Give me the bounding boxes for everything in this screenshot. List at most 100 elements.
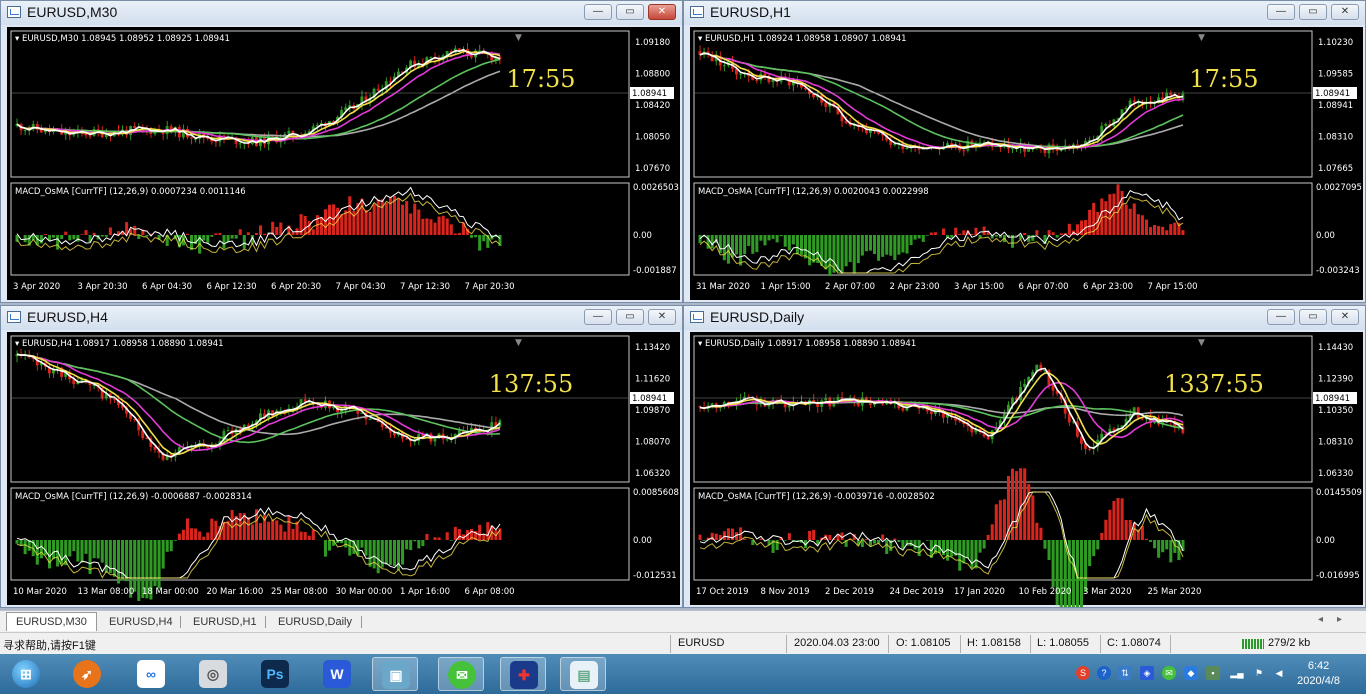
chart-window-daily[interactable]: EURUSD,Daily — ▭ ✕ 1.08941 1.14430 1.12390 1.…: [683, 305, 1366, 608]
histogram-bar: [380, 199, 384, 235]
minimize-button[interactable]: —: [1267, 309, 1295, 325]
maximize-button[interactable]: ▭: [616, 309, 644, 325]
taskbar-app-browser[interactable]: ➶: [64, 657, 110, 691]
tab-scroll-arrows[interactable]: ◂▸: [1318, 614, 1356, 625]
candle-body: [1132, 100, 1136, 103]
window-titlebar[interactable]: EURUSD,Daily — ▭ ✕: [684, 306, 1365, 330]
histogram-bar: [751, 235, 755, 254]
taskbar-app-media[interactable]: ◎: [190, 657, 236, 691]
histogram-bar: [1043, 540, 1047, 549]
time-axis-label: 31 Mar 2020: [696, 282, 750, 292]
candle-body: [929, 411, 933, 414]
histogram-bar: [319, 217, 323, 235]
histogram-bar: [413, 203, 417, 235]
tray-cube-icon[interactable]: ◈: [1140, 666, 1154, 680]
tab-eurusd-h1[interactable]: EURUSD,H1: [184, 613, 266, 631]
taskbar-app-document[interactable]: ▤: [560, 657, 606, 691]
price-axis-label: 1.08310: [1318, 133, 1353, 143]
scroll-marker-icon: ▼: [1198, 338, 1205, 348]
price-chart[interactable]: 1.08941 1.09180 1.08800 1.08420 1.08050 1.076…: [7, 27, 680, 300]
candle-body: [722, 65, 726, 67]
price-pane-frame: [693, 335, 1313, 483]
chart-window-h4[interactable]: EURUSD,H4 — ▭ ✕ 1.08941 1.13420 1.11620 1.098…: [0, 305, 683, 608]
histogram-bar: [254, 233, 258, 235]
tray-device-icon[interactable]: ▪: [1206, 666, 1220, 680]
histogram-bar: [1136, 214, 1140, 235]
histogram-bar: [1047, 540, 1051, 561]
histogram-bar: [1019, 468, 1023, 540]
histogram-bar: [323, 540, 327, 557]
tray-signal-icon[interactable]: ▂▄: [1230, 666, 1244, 680]
price-pane-frame: [693, 30, 1313, 178]
close-button[interactable]: ✕: [1331, 4, 1359, 20]
tray-network-icon[interactable]: ⇅: [1118, 666, 1132, 680]
tray-volume-icon[interactable]: ◀: [1272, 666, 1286, 680]
histogram-bar: [23, 235, 27, 243]
close-button[interactable]: ✕: [1331, 309, 1359, 325]
taskbar-app-photo-viewer[interactable]: ▣: [372, 657, 418, 691]
histogram-bar: [1144, 538, 1148, 540]
histogram-bar: [52, 235, 56, 238]
histogram-bar: [327, 540, 332, 551]
minimize-button[interactable]: —: [584, 309, 612, 325]
histogram-bar: [405, 201, 409, 235]
maximize-button[interactable]: ▭: [1299, 4, 1327, 20]
tray-shield-icon[interactable]: ◆: [1184, 666, 1198, 680]
histogram-bar: [897, 540, 901, 542]
price-axis-label: 1.08941: [1318, 101, 1353, 111]
maximize-button[interactable]: ▭: [1299, 309, 1327, 325]
taskbar-clock[interactable]: 6:42 2020/4/8: [1297, 659, 1340, 689]
histogram-bar: [1144, 219, 1148, 235]
histogram-bar: [743, 538, 747, 540]
histogram-bar: [15, 540, 19, 544]
histogram-bar: [962, 540, 966, 564]
histogram-bar: [925, 235, 929, 236]
taskbar-app-wechat[interactable]: ✉: [438, 657, 484, 691]
window-titlebar[interactable]: EURUSD,M30 — ▭ ✕: [1, 1, 682, 25]
histogram-bar: [1153, 224, 1157, 235]
histogram-bar: [893, 235, 897, 260]
histogram-bar: [848, 235, 852, 262]
price-axis-label: 1.10350: [1318, 406, 1353, 416]
price-chart[interactable]: 1.08941 1.14430 1.12390 1.10350 1.08310 1.063…: [690, 332, 1363, 607]
histogram-bar: [1124, 204, 1128, 235]
start-button[interactable]: ⊞: [4, 657, 48, 691]
taskbar-app-trading-terminal[interactable]: ✚: [500, 657, 546, 691]
maximize-button[interactable]: ▭: [616, 4, 644, 20]
tray-flag-icon[interactable]: ⚑: [1252, 666, 1266, 680]
taskbar-app-wps[interactable]: W: [314, 657, 360, 691]
oscillator-label: MACD_OsMA [CurrTF] (12,26,9) -0.0006887 …: [15, 492, 252, 502]
histogram-bar: [714, 533, 718, 540]
price-chart[interactable]: 1.08941 1.13420 1.11620 1.09870 1.08070 1.063…: [7, 332, 680, 605]
chart-window-h1[interactable]: EURUSD,H1 — ▭ ✕ 1.08941 1.10230 1.09585 1.089…: [683, 0, 1366, 303]
taskbar-app-photoshop[interactable]: Ps: [252, 657, 298, 691]
close-button[interactable]: ✕: [648, 4, 676, 20]
histogram-bar: [433, 537, 437, 540]
candle-body: [429, 56, 433, 58]
histogram-bar: [698, 534, 702, 540]
tray-wechat-icon[interactable]: ✉: [1162, 666, 1176, 680]
close-button[interactable]: ✕: [648, 309, 676, 325]
tab-divider: [180, 616, 181, 628]
clock-date: 2020/4/8: [1297, 675, 1340, 687]
price-chart[interactable]: 1.08941 1.10230 1.09585 1.08941 1.08310 1.076…: [690, 27, 1363, 300]
chart-window-m30[interactable]: EURUSD,M30 — ▭ ✕ 1.08941 1.09180 1.08800 1.08…: [0, 0, 683, 303]
window-titlebar[interactable]: EURUSD,H1 — ▭ ✕: [684, 1, 1365, 25]
histogram-bar: [80, 234, 84, 235]
tab-eurusd-h4[interactable]: EURUSD,H4: [100, 613, 182, 631]
tray-help-icon[interactable]: ?: [1097, 666, 1111, 680]
window-titlebar[interactable]: EURUSD,H4 — ▭ ✕: [1, 306, 682, 330]
histogram-bar: [311, 529, 315, 540]
taskbar-app-baidu-netdisk[interactable]: ∞: [128, 657, 174, 691]
minimize-button[interactable]: —: [584, 4, 612, 20]
histogram-bar: [1108, 509, 1112, 540]
tab-eurusd-daily[interactable]: EURUSD,Daily: [269, 613, 361, 631]
minimize-button[interactable]: —: [1267, 4, 1295, 20]
histogram-bar: [39, 540, 43, 559]
status-traffic: 279/2 kb: [1268, 637, 1311, 649]
status-divider: [670, 635, 671, 653]
tray-antivirus-icon[interactable]: S: [1076, 666, 1090, 680]
histogram-bar: [950, 235, 954, 238]
tab-eurusd-m30[interactable]: EURUSD,M30: [6, 612, 97, 631]
histogram-bar: [933, 232, 937, 235]
